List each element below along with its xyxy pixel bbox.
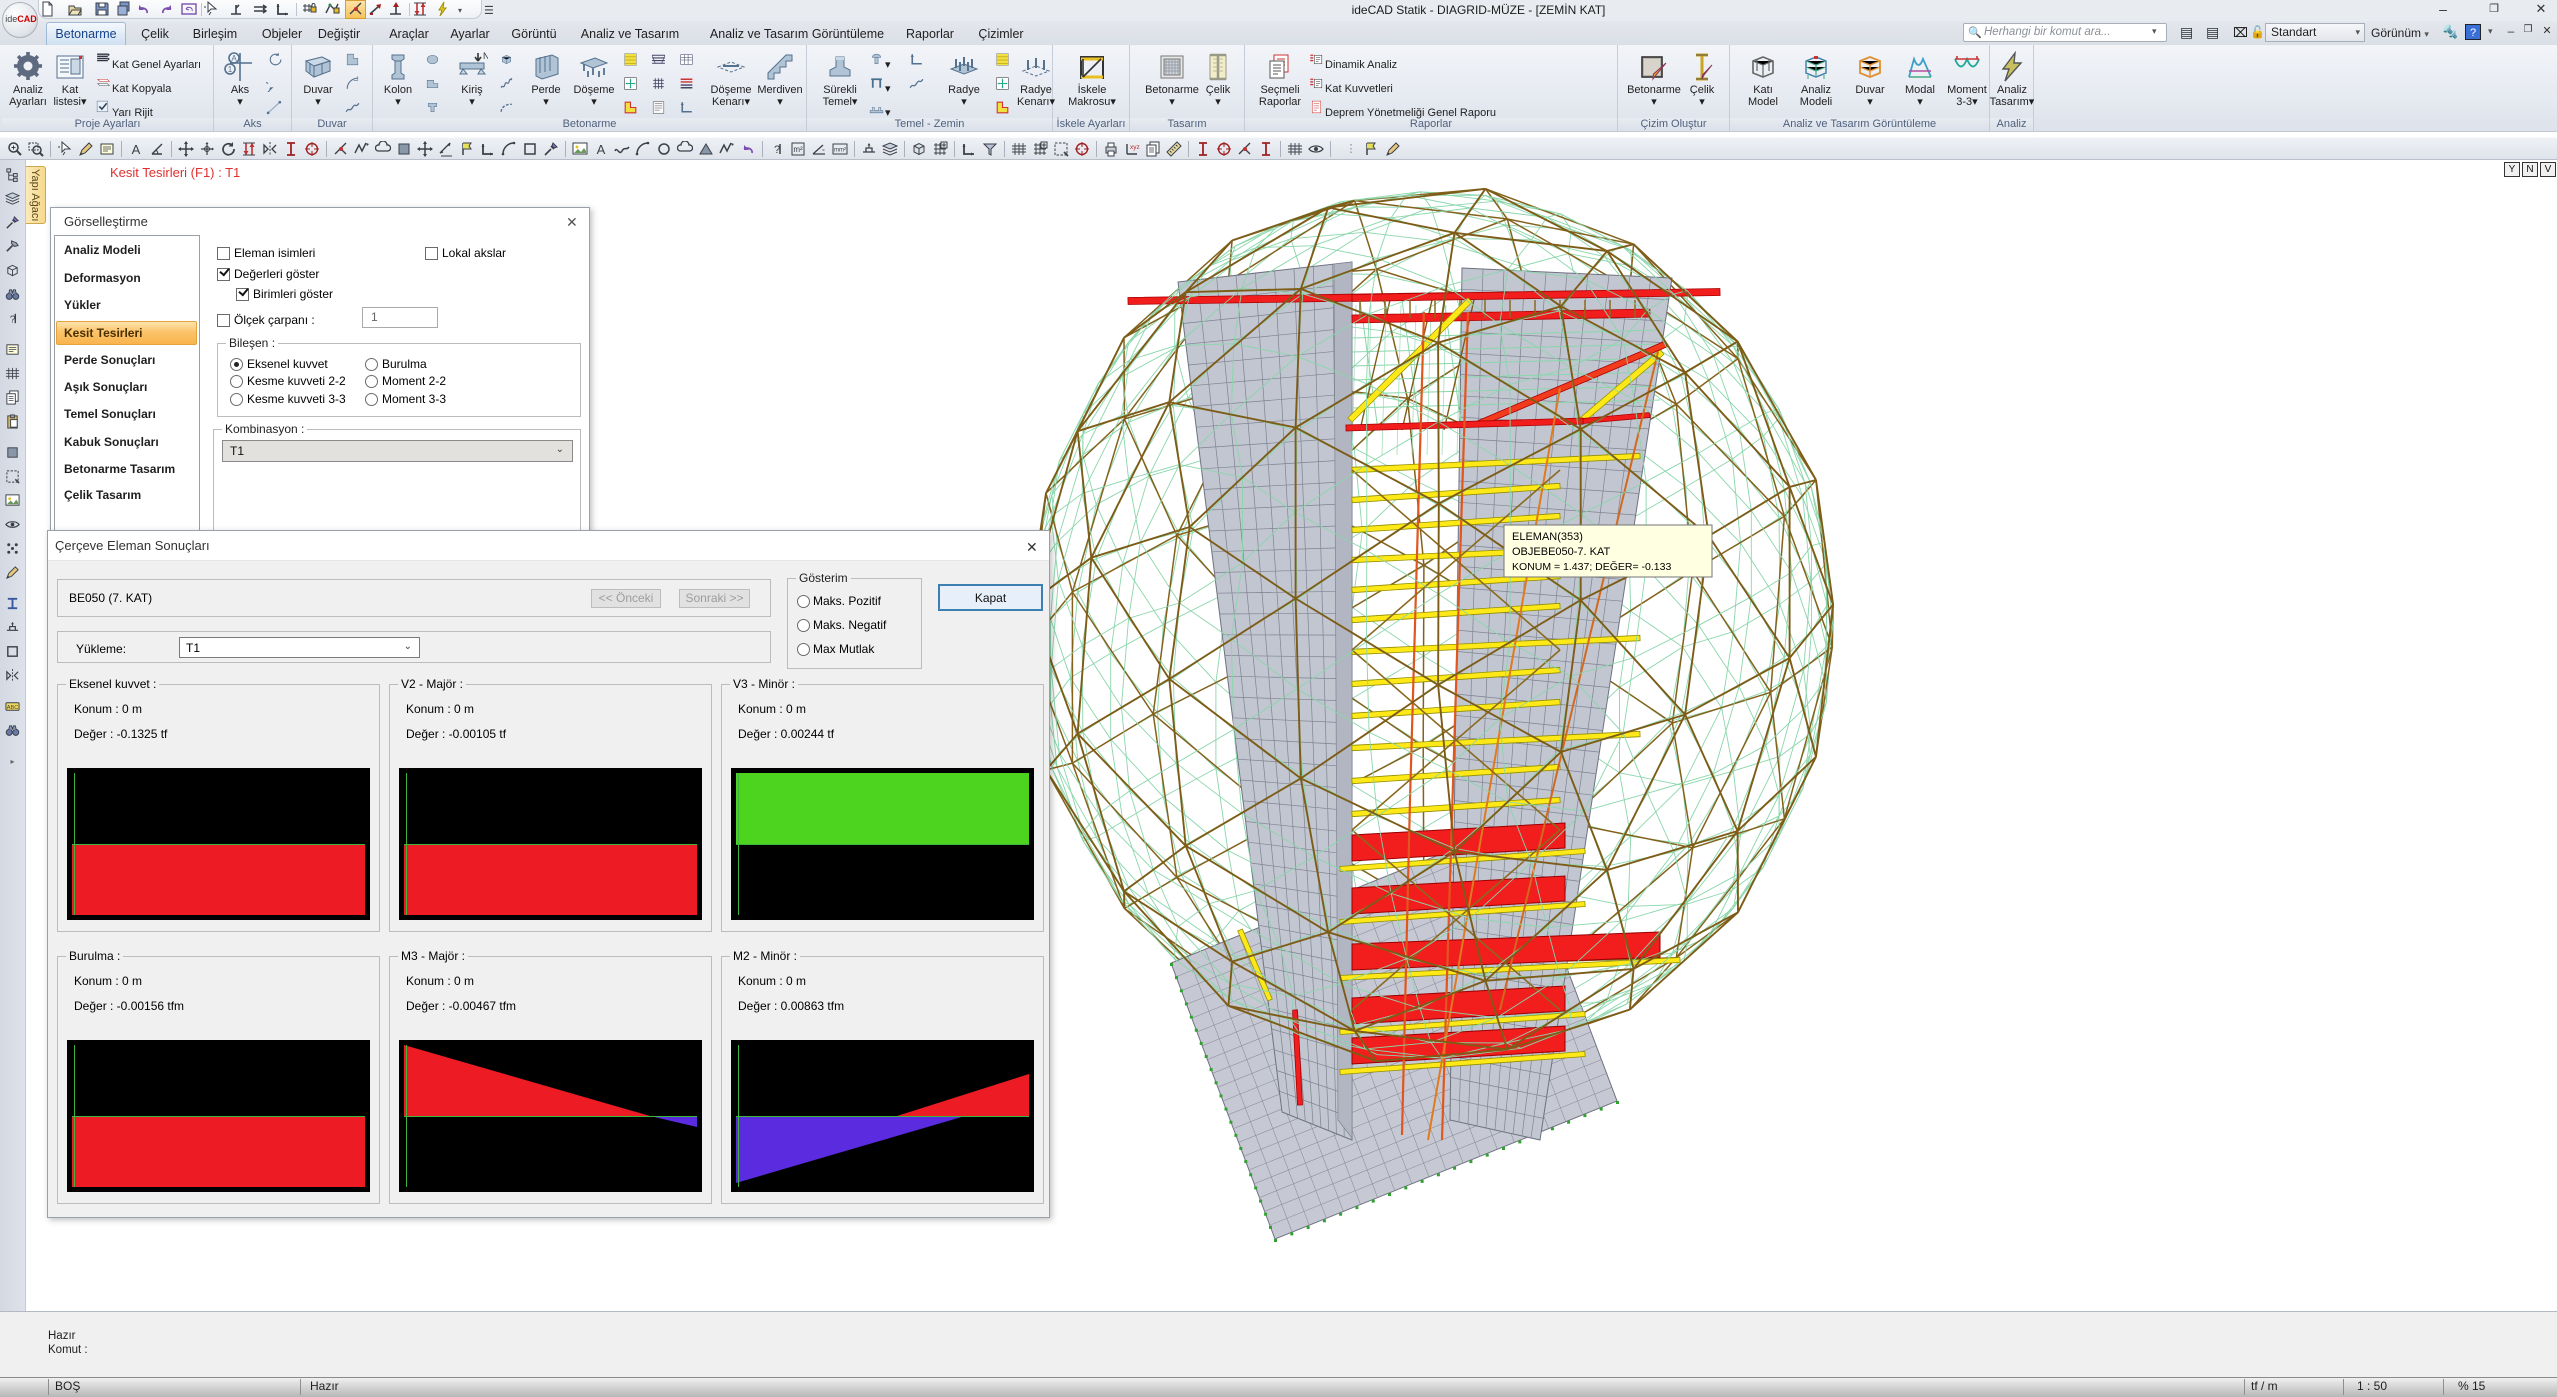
svg-text:OBJEBE050-7. KAT: OBJEBE050-7. KAT (1512, 546, 1611, 558)
svg-text:m²: m² (793, 145, 803, 154)
svg-text:KONUM = 1.437; DEĞER= -0.133: KONUM = 1.437; DEĞER= -0.133 (1512, 560, 1671, 573)
svg-text:N: N (483, 51, 488, 61)
svg-text:A: A (597, 142, 606, 157)
svg-text:A: A (132, 142, 141, 157)
svg-text:?: ? (774, 144, 780, 156)
svg-text:mm²: mm² (834, 148, 846, 154)
svg-text:xyz: xyz (1130, 144, 1140, 151)
svg-text:°: ° (822, 148, 825, 156)
svg-text:ELEMAN(353): ELEMAN(353) (1512, 531, 1583, 543)
svg-text:ABC: ABC (7, 705, 19, 711)
svg-text:1: 1 (228, 65, 233, 74)
svg-text:A: A (231, 54, 237, 63)
